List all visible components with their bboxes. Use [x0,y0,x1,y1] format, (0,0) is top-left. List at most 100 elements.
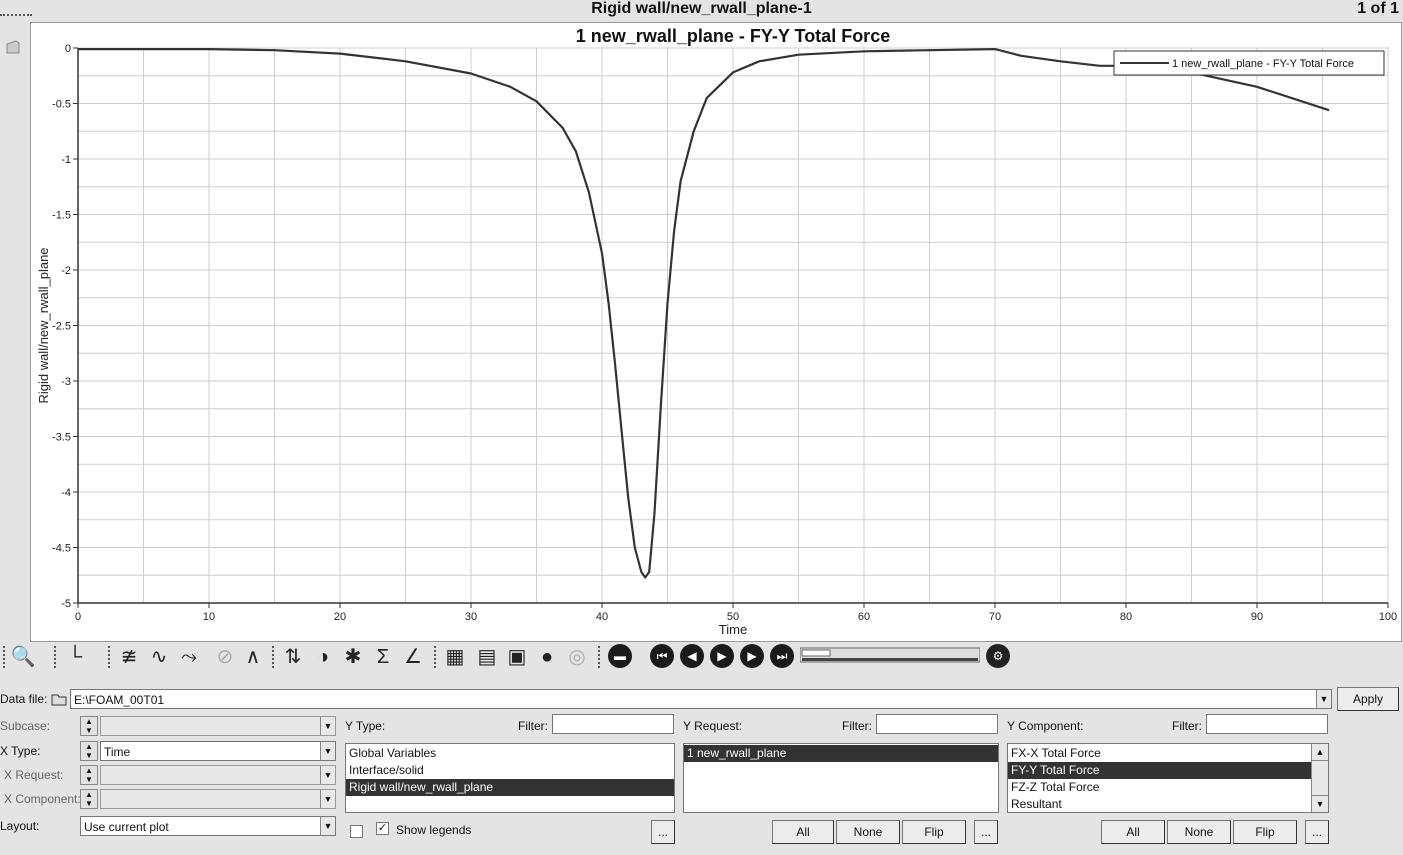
x-tick-label: 10 [203,611,215,623]
settings-icon[interactable]: ⚙ [986,644,1010,668]
list-item[interactable]: Resultant [1008,796,1312,812]
y-component-none-button[interactable]: None [1167,820,1231,844]
toolbar-separator [108,646,110,668]
y-component-label: Y Component: [1007,719,1084,733]
toolbar-separator [3,646,5,668]
legend-entry: 1 new_rwall_plane - FY-Y Total Force [1172,58,1354,70]
data-file-label: Data file: [0,692,48,706]
list-item[interactable]: FZ-Z Total Force [1008,779,1312,796]
crosshair-icon[interactable]: ✱ [340,644,366,670]
layout-label: Layout: [0,819,40,833]
subcase-select[interactable]: ▼ [100,716,336,736]
x-tick-label: 100 [1379,611,1397,623]
page-counter: 1 of 1 [1357,0,1399,17]
prev-icon[interactable]: ◀ [680,644,704,668]
x-type-value: Time [104,745,131,759]
subcase-spinner[interactable]: ▲ ▼ [80,716,98,736]
math-curve-icon[interactable]: ∿ [146,644,172,670]
play-icon[interactable]: ▶ [710,644,734,668]
peak-icon[interactable]: ∧ [240,644,266,670]
y-tick-label: -4 [61,487,71,499]
globe-icon[interactable]: ◎ [564,644,590,670]
y-request-more-button[interactable]: ... [974,820,998,844]
sphere-icon[interactable]: ◑ [310,644,336,670]
x-tick-label: 80 [1120,611,1132,623]
axes-icon[interactable]: └ [62,644,88,670]
chevron-down-icon[interactable]: ▼ [320,717,335,735]
note-icon[interactable]: ● [534,644,560,670]
list-item[interactable]: 1 new_rwall_plane [684,745,998,762]
show-legends-checkbox[interactable]: ✓ [376,822,389,835]
page-icon[interactable] [4,38,22,56]
x-type-spinner[interactable]: ▲ ▼ [80,741,98,761]
apply-button[interactable]: Apply [1337,687,1399,711]
y-type-list[interactable]: Global Variables Interface/solid Rigid w… [345,743,675,813]
y-type-more-button[interactable]: ... [651,820,675,844]
y-component-flip-button[interactable]: Flip [1233,820,1297,844]
open-file-icon[interactable] [50,690,68,708]
scroll-down-icon[interactable]: ▼ [1312,795,1328,812]
y-component-more-button[interactable]: ... [1305,820,1329,844]
grid-icon[interactable]: ▦ [442,644,468,670]
tangent-icon[interactable]: ∠ [400,644,426,670]
last-icon[interactable]: ⏭ [770,644,794,668]
y-tick-label: -0.5 [52,99,71,111]
y-component-filter-input[interactable] [1206,714,1328,734]
toolbar-separator [272,646,274,668]
y-request-filter-input[interactable] [876,714,998,734]
y-request-list[interactable]: 1 new_rwall_plane [683,743,999,813]
sum-icon[interactable]: Σ [370,644,396,670]
y-type-filter-input[interactable] [552,714,674,734]
y-request-all-button[interactable]: All [772,820,834,844]
scrollbar[interactable]: ▲ ▼ [1311,744,1328,812]
save-icon[interactable]: ▣ [504,644,530,670]
unused-checkbox[interactable] [350,825,363,838]
x-request-spinner[interactable]: ▲ ▼ [80,765,98,785]
y-type-filter-label: Filter: [518,719,548,733]
binoculars-icon[interactable]: 🔍 [10,644,36,670]
x-tick-label: 20 [334,611,346,623]
list-item[interactable]: Global Variables [346,745,674,762]
toolbar-separator [434,646,436,668]
first-icon[interactable]: ⏮ [650,644,674,668]
flip-icon[interactable]: ⇅ [280,644,306,670]
list-item[interactable]: FX-X Total Force [1008,745,1312,762]
x-request-select[interactable]: ▼ [100,765,336,785]
x-type-label: X Type: [0,744,41,758]
chart-svg: 1 new_rwall_plane - FY-Y Total Force 0 10 2… [36,26,1397,637]
x-tick-label: 0 [75,611,81,623]
x-tick-label: 60 [858,611,870,623]
list-item[interactable]: Interface/solid [346,762,674,779]
table-icon[interactable]: ▤ [474,644,500,670]
y-tick-label: -4.5 [52,543,71,555]
x-tick-label: 90 [1251,611,1263,623]
chevron-down-icon[interactable]: ▼ [320,817,335,835]
animation-slider[interactable] [799,646,981,664]
chevron-down-icon[interactable]: ▼ [320,790,335,808]
chevron-down-icon[interactable]: ▼ [320,742,335,760]
y-component-list[interactable]: FX-X Total Force FY-Y Total Force FZ-Z T… [1007,743,1329,813]
legend: 1 new_rwall_plane - FY-Y Total Force [1113,50,1385,76]
x-component-spinner[interactable]: ▲ ▼ [80,789,98,809]
next-icon[interactable]: ▶ [740,644,764,668]
x-component-select[interactable]: ▼ [100,789,336,809]
chevron-down-icon[interactable]: ▼ [1316,690,1331,708]
y-tick-label: -1 [61,154,71,166]
y-request-flip-button[interactable]: Flip [902,820,966,844]
curve-edit-icon[interactable]: ≇ [116,644,142,670]
data-file-input[interactable]: E:\FOAM_00T01 ▼ [70,689,1332,709]
x-type-select[interactable]: Time ▼ [100,741,336,761]
layout-select[interactable]: Use current plot ▼ [80,816,336,836]
curve-attr-icon[interactable]: ⤳ [176,644,202,670]
y-component-all-button[interactable]: All [1101,820,1165,844]
plot-window[interactable]: 1 new_rwall_plane - FY-Y Total Force 0 10 2… [30,22,1402,642]
y-request-none-button[interactable]: None [836,820,900,844]
stop-icon[interactable]: ▬ [608,644,632,668]
scroll-up-icon[interactable]: ▲ [1312,744,1328,761]
chevron-down-icon[interactable]: ▼ [320,766,335,784]
list-item[interactable]: Rigid wall/new_rwall_plane [346,779,674,796]
toolbar-separator [598,646,600,668]
filter-icon[interactable]: ⊘ [212,644,238,670]
y-component-filter-label: Filter: [1172,719,1202,733]
list-item[interactable]: FY-Y Total Force [1008,762,1312,779]
